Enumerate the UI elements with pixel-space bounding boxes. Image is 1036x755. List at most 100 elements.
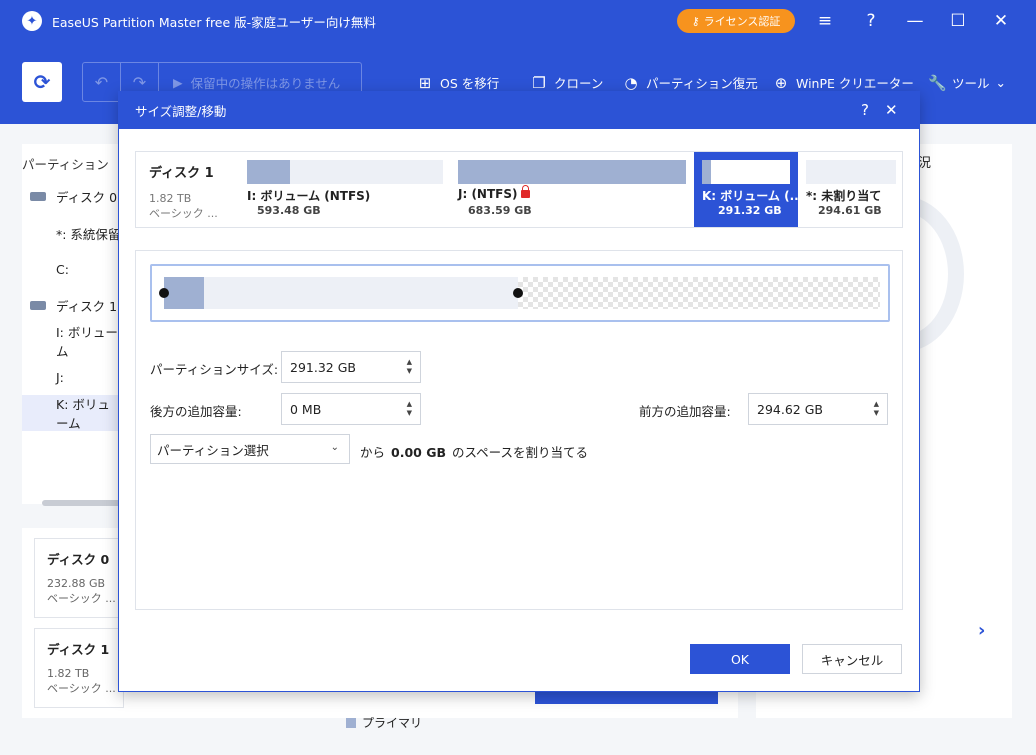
- partition-block-i[interactable]: I: ボリューム (NTFS) 593.48 GB: [247, 152, 443, 227]
- disk-icon: [30, 191, 46, 201]
- tool-winpe-creator[interactable]: ⊕ WinPE クリエーター: [772, 73, 914, 92]
- tree-partition-j[interactable]: J:: [22, 359, 122, 395]
- partition-size: 683.59 GB: [468, 204, 532, 217]
- allocate-text: から 0.00 GB のスペースを割り当てる: [360, 442, 588, 461]
- disk-card-title: ディスク 1: [47, 642, 110, 657]
- tree-label: I: ボリューム: [56, 325, 118, 359]
- allocate-suffix-text: のスペースを割り当てる: [452, 445, 589, 460]
- tree-label: J:: [56, 369, 64, 385]
- tool-tools[interactable]: 🔧 ツール ⌄: [928, 73, 1006, 92]
- chevron-down-icon: ⌄: [330, 442, 339, 453]
- ok-button[interactable]: OK: [690, 644, 790, 674]
- spin-arrows-icon[interactable]: ▲ ▼: [407, 358, 412, 376]
- partition-select[interactable]: パーティション選択 ⌄: [150, 434, 350, 464]
- slider-left-handle[interactable]: [159, 288, 169, 298]
- tree-partition-system[interactable]: *: 系統保留: [22, 215, 122, 251]
- disk-icon: [30, 300, 46, 310]
- partition-usage-fill: [702, 160, 711, 184]
- partition-size: 593.48 GB: [257, 204, 321, 217]
- disk-card-1[interactable]: ディスク 1 1.82 TB ベーシック ...: [34, 628, 124, 708]
- tree-partition-c[interactable]: C:: [22, 251, 122, 287]
- partition-select-value: パーティション選択: [157, 442, 269, 458]
- tool-migrate-os[interactable]: ⊞ OS を移行: [416, 73, 500, 92]
- dialog-close-icon[interactable]: ✕: [885, 101, 898, 119]
- tool-partition-recovery[interactable]: ◔ パーティション復元: [622, 73, 758, 92]
- app-title: EaseUS Partition Master free 版-家庭ユーザー向け無…: [52, 14, 376, 30]
- play-icon: ▶: [173, 74, 183, 90]
- pending-label: 保留中の操作はありません: [190, 75, 341, 91]
- resize-settings-area: パーティションサイズ: 291.32 GB ▲ ▼ 後方の追加容量: 0 MB ▲…: [135, 250, 903, 610]
- spin-arrows-icon[interactable]: ▲ ▼: [874, 400, 879, 418]
- tree-partition-k[interactable]: K: ボリューム: [22, 395, 122, 431]
- before-space-value: 294.62 GB: [757, 401, 823, 417]
- slider-used-fill: [164, 277, 204, 309]
- before-space-input[interactable]: 294.62 GB ▲ ▼: [748, 393, 888, 425]
- partition-name: J: (NTFS): [458, 187, 518, 201]
- tool-label: ツール: [952, 76, 990, 91]
- disk-card-type: ベーシック ...: [47, 682, 116, 695]
- partition-usage-fill: [458, 160, 686, 184]
- disk-card-size: 1.82 TB: [47, 667, 90, 680]
- partition-size-label: パーティションサイズ:: [150, 362, 279, 377]
- cancel-button[interactable]: キャンセル: [802, 644, 902, 674]
- tree-disk-1[interactable]: ディスク 1: [22, 287, 122, 323]
- slider-partition-range[interactable]: [164, 277, 518, 309]
- spin-arrows-icon[interactable]: ▲ ▼: [407, 400, 412, 418]
- license-label: ライセンス認証: [703, 15, 781, 28]
- after-space-input[interactable]: 0 MB ▲ ▼: [281, 393, 421, 425]
- partition-size-input[interactable]: 291.32 GB ▲ ▼: [281, 351, 421, 383]
- refresh-button[interactable]: ⟳: [22, 62, 62, 102]
- partition-usage-bar: [458, 160, 686, 184]
- tool-label: パーティション復元: [646, 76, 758, 91]
- slider-right-handle[interactable]: [513, 288, 523, 298]
- partition-usage-bar: [247, 160, 443, 184]
- minimize-icon[interactable]: —: [902, 8, 928, 34]
- windows-icon: ⊞: [418, 73, 432, 92]
- partition-name: K: ボリューム (..: [702, 189, 799, 203]
- tree-label: K: ボリューム: [56, 397, 110, 431]
- dialog-help-icon[interactable]: ?: [861, 101, 869, 119]
- allocate-from-text: から: [360, 445, 386, 460]
- disk-layout-bar: ディスク 1 1.82 TB ベーシック ... I: ボリューム (NTFS)…: [135, 151, 903, 228]
- tree-disk-0[interactable]: ディスク 0: [22, 178, 122, 214]
- menu-icon[interactable]: ≡: [812, 8, 838, 34]
- pending-operations[interactable]: ▶ 保留中の操作はありません: [159, 73, 340, 92]
- horizontal-scrollbar[interactable]: [42, 500, 122, 506]
- partition-block-unallocated[interactable]: *: 未割り当て 294.61 GB: [806, 152, 898, 227]
- tool-label: WinPE クリエーター: [796, 76, 914, 91]
- close-icon[interactable]: ✕: [988, 8, 1014, 34]
- selected-partition-strip: [535, 690, 718, 704]
- disk-card-type: ベーシック ...: [47, 592, 116, 605]
- partition-name: I: ボリューム (NTFS): [247, 189, 371, 203]
- legend: プライマリ: [346, 714, 422, 731]
- title-bar: ✦ EaseUS Partition Master free 版-家庭ユーザー向…: [0, 0, 1036, 42]
- undo-icon[interactable]: ↶: [83, 63, 121, 101]
- chevron-right-icon[interactable]: ›: [978, 620, 985, 641]
- legend-swatch: [346, 717, 356, 728]
- plus-circle-icon: ⊕: [774, 73, 788, 92]
- maximize-icon[interactable]: ☐: [945, 8, 971, 34]
- lock-icon: [521, 184, 531, 198]
- help-icon[interactable]: ?: [858, 8, 884, 34]
- tool-clone[interactable]: ❐ クローン: [530, 73, 603, 92]
- tree-partition-i[interactable]: I: ボリューム: [22, 323, 122, 359]
- partition-usage-fill: [247, 160, 291, 184]
- tool-label: クローン: [554, 76, 604, 91]
- legend-primary: プライマリ: [362, 716, 423, 730]
- partition-name-wrap: J: (NTFS): [458, 184, 531, 201]
- partition-block-j[interactable]: J: (NTFS) 683.59 GB: [458, 152, 686, 227]
- after-space-value: 0 MB: [290, 401, 322, 417]
- unallocated-bar: [806, 160, 896, 184]
- disk-card-0[interactable]: ディスク 0 232.88 GB ベーシック ...: [34, 538, 124, 618]
- partition-list-header: パーティション: [22, 157, 109, 172]
- tree-label: ディスク 0: [56, 189, 118, 205]
- partition-block-k[interactable]: K: ボリューム (.. 291.32 GB: [694, 152, 799, 227]
- after-space-label: 後方の追加容量:: [150, 404, 242, 419]
- resize-move-dialog: サイズ調整/移動 ? ✕ ディスク 1 1.82 TB ベーシック ... I:…: [118, 91, 920, 692]
- tree-label: C:: [56, 261, 69, 277]
- tree-label: ディスク 1: [56, 298, 118, 314]
- resize-slider[interactable]: [150, 264, 890, 322]
- partition-name: *: 未割り当て: [806, 189, 882, 203]
- key-icon: ⚷: [691, 14, 700, 28]
- license-button[interactable]: ⚷ ライセンス認証: [677, 9, 795, 33]
